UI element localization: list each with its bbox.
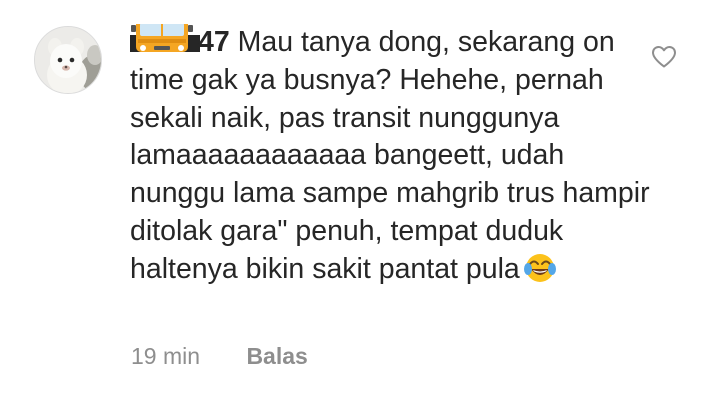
comment-timestamp: 19 min: [131, 343, 201, 369]
bus-emoji: [130, 24, 200, 54]
like-button[interactable]: [651, 45, 677, 69]
face-with-tears-of-joy-emoji: [523, 253, 556, 283]
alpaca-avatar-image: [35, 27, 101, 93]
avatar[interactable]: [34, 26, 102, 94]
username[interactable]: 47: [130, 24, 230, 58]
comment-text-block: 47 Mau tanya dong, sekarang on time gak …: [130, 24, 650, 289]
comment-item: 47 Mau tanya dong, sekarang on time gak …: [0, 0, 717, 405]
comment-text: Mau tanya dong, sekarang on time gak ya …: [130, 26, 650, 285]
username-text: 47: [198, 26, 230, 58]
heart-outline-icon: [652, 46, 676, 68]
comment-meta: 19 min Balas: [131, 341, 308, 371]
comment-body: 47 Mau tanya dong, sekarang on time gak …: [130, 24, 650, 289]
reply-button[interactable]: Balas: [246, 343, 307, 369]
